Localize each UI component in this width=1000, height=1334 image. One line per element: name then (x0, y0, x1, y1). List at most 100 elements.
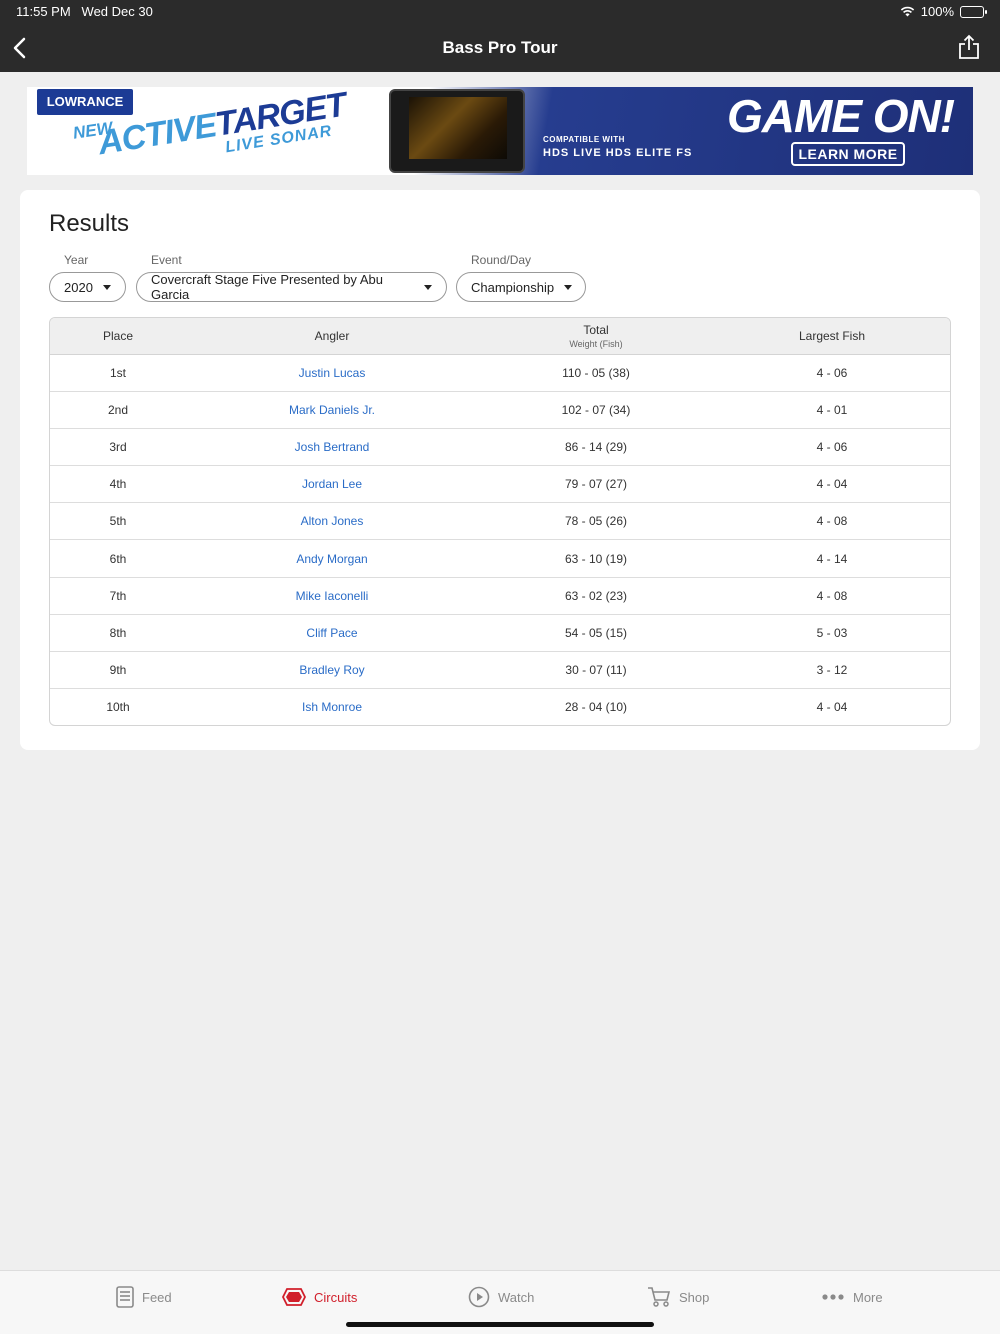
circuits-icon (282, 1288, 306, 1306)
total-weight-cell: 30 - 07 (11) (565, 662, 627, 677)
place-cell: 7th (109, 588, 127, 603)
largest-fish-cell: 4 - 08 (816, 514, 848, 529)
table-row: 3rd Josh Bertrand 86 - 14 (29) 4 - 06 (50, 429, 950, 467)
total-weight-cell: 54 - 05 (15) (564, 625, 628, 640)
table-row: 9th Bradley Roy 30 - 07 (11) 3 - 12 (50, 652, 950, 689)
top-bar: 11:55 PM Wed Dec 30 100% Bass Pro Tour (0, 0, 1000, 72)
place-cell: 10th (106, 700, 130, 715)
largest-fish-cell: 4 - 08 (816, 588, 848, 603)
ad-banner[interactable]: LOWRANCE NEW ACTIVETARGET LIVE SONAR COM… (27, 87, 973, 175)
angler-link[interactable]: Jordan Lee (186, 477, 478, 491)
chevron-down-icon (424, 284, 432, 290)
event-label: Event (151, 253, 182, 267)
chevron-down-icon (564, 284, 573, 290)
total-weight-cell: 28 - 04 (10) (564, 700, 628, 715)
tab-circuits[interactable]: Circuits (282, 1285, 357, 1309)
tab-shop[interactable]: Shop (647, 1285, 709, 1309)
table-body: 1st Justin Lucas 110 - 05 (38) 4 - 06 2nd Mar… (50, 355, 950, 725)
largest-fish-cell: 4 - 06 (816, 366, 848, 381)
largest-fish-cell: 4 - 04 (816, 700, 848, 715)
largest-fish-cell: 4 - 14 (816, 551, 848, 566)
angler-link[interactable]: Andy Morgan (186, 552, 478, 566)
place-cell: 3rd (109, 440, 127, 455)
angler-link[interactable]: Alton Jones (186, 514, 478, 528)
place-cell: 9th (109, 662, 127, 677)
tab-more-label: More (853, 1289, 883, 1305)
tab-feed[interactable]: Feed (116, 1285, 172, 1309)
year-select[interactable]: 2020 (49, 272, 126, 302)
table-row: 1st Justin Lucas 110 - 05 (38) 4 - 06 (50, 355, 950, 393)
event-value: Covercraft Stage Five Presented by Abu G… (151, 272, 383, 302)
ad-brand-logo: LOWRANCE (37, 89, 133, 115)
device-screen (409, 97, 507, 159)
column-header-total-sub: Weight (Fish) (569, 339, 623, 349)
largest-fish-cell: 4 - 04 (816, 477, 848, 492)
ad-left-panel: LOWRANCE NEW ACTIVETARGET LIVE SONAR (27, 87, 407, 175)
ad-compatible-label: COMPATIBLE WITH (543, 135, 625, 144)
event-select[interactable]: Covercraft Stage Five Presented by Abu G… (136, 272, 447, 302)
play-icon (468, 1286, 490, 1308)
largest-fish-cell: 4 - 06 (816, 440, 848, 455)
table-row: 4th Jordan Lee 79 - 07 (27) 4 - 04 (50, 466, 950, 504)
place-cell: 1st (109, 366, 126, 381)
angler-link[interactable]: Bradley Roy (186, 663, 478, 677)
angler-link[interactable]: Josh Bertrand (186, 440, 478, 454)
angler-link[interactable]: Mike Iaconelli (186, 589, 478, 603)
status-time: 11:55 PM Wed Dec 30 (16, 4, 153, 19)
tab-watch[interactable]: Watch (468, 1285, 534, 1309)
page-title: Bass Pro Tour (442, 38, 558, 57)
more-icon (822, 1294, 844, 1300)
total-weight-cell: 78 - 05 (26) (564, 514, 628, 529)
column-header-place: Place (102, 329, 134, 343)
year-label: Year (64, 253, 89, 267)
battery-percent: 100% (920, 4, 954, 19)
round-value: Championship (471, 279, 555, 295)
total-weight-cell: 110 - 05 (38) (562, 366, 630, 381)
share-button[interactable] (958, 34, 980, 60)
tab-circuits-label: Circuits (314, 1289, 358, 1305)
place-cell: 6th (109, 551, 127, 566)
table-row: 6th Andy Morgan 63 - 10 (19) 4 - 14 (50, 540, 950, 578)
battery-icon (960, 5, 987, 18)
table-row: 5th Alton Jones 78 - 05 (26) 4 - 08 (50, 503, 950, 541)
total-weight-cell: 79 - 07 (27) (564, 477, 628, 492)
table-row: 8th Cliff Pace 54 - 05 (15) 5 - 03 (50, 615, 950, 652)
total-weight-cell: 102 - 07 (34) (561, 403, 631, 418)
table-row: 7th Mike Iaconelli 63 - 02 (23) 4 - 08 (50, 578, 950, 615)
table-header: Place Angler Total Weight (Fish) Largest … (50, 318, 950, 355)
status-right: 100% (900, 4, 987, 19)
round-label: Round/Day (471, 253, 532, 267)
column-header-angler: Angler (314, 329, 350, 343)
tab-watch-label: Watch (498, 1289, 535, 1305)
place-cell: 4th (109, 477, 127, 492)
tab-feed-label: Feed (142, 1289, 172, 1305)
feed-icon (116, 1286, 134, 1308)
results-title: Results (49, 210, 130, 237)
angler-link[interactable]: Ish Monroe (186, 700, 478, 714)
ad-compatible-models: HDS LIVE HDS ELITE FS (543, 147, 693, 159)
largest-fish-cell: 4 - 01 (816, 403, 848, 418)
cart-icon (648, 1287, 671, 1307)
tab-shop-label: Shop (679, 1289, 710, 1305)
table-row: 10th Ish Monroe 28 - 04 (10) 4 - 04 (50, 689, 950, 725)
results-table: Place Angler Total Weight (Fish) Largest … (49, 317, 951, 726)
round-select[interactable]: Championship (456, 272, 586, 302)
ad-learn-more-button[interactable]: LEARN MORE (791, 142, 905, 166)
status-bar: 11:55 PM Wed Dec 30 100% (16, 4, 987, 20)
place-cell: 5th (109, 514, 127, 529)
angler-link[interactable]: Justin Lucas (186, 366, 478, 380)
total-weight-cell: 63 - 02 (23) (564, 588, 628, 603)
largest-fish-cell: 5 - 03 (816, 625, 848, 640)
angler-link[interactable]: Mark Daniels Jr. (186, 403, 478, 417)
column-header-largest: Largest Fish (798, 329, 866, 343)
results-card: Results Year Event Round/Day 2020 Coverc… (20, 190, 980, 750)
home-indicator (346, 1322, 654, 1327)
column-header-total: Total Weight (Fish) (478, 323, 714, 349)
place-cell: 8th (109, 625, 127, 640)
angler-link[interactable]: Cliff Pace (186, 626, 478, 640)
total-weight-cell: 86 - 14 (29) (564, 440, 628, 455)
wifi-icon (900, 6, 914, 17)
table-row: 2nd Mark Daniels Jr. 102 - 07 (34) 4 - 01 (50, 392, 950, 430)
tab-more[interactable]: More (821, 1285, 883, 1309)
ad-headline: GAME ON! (727, 90, 955, 142)
